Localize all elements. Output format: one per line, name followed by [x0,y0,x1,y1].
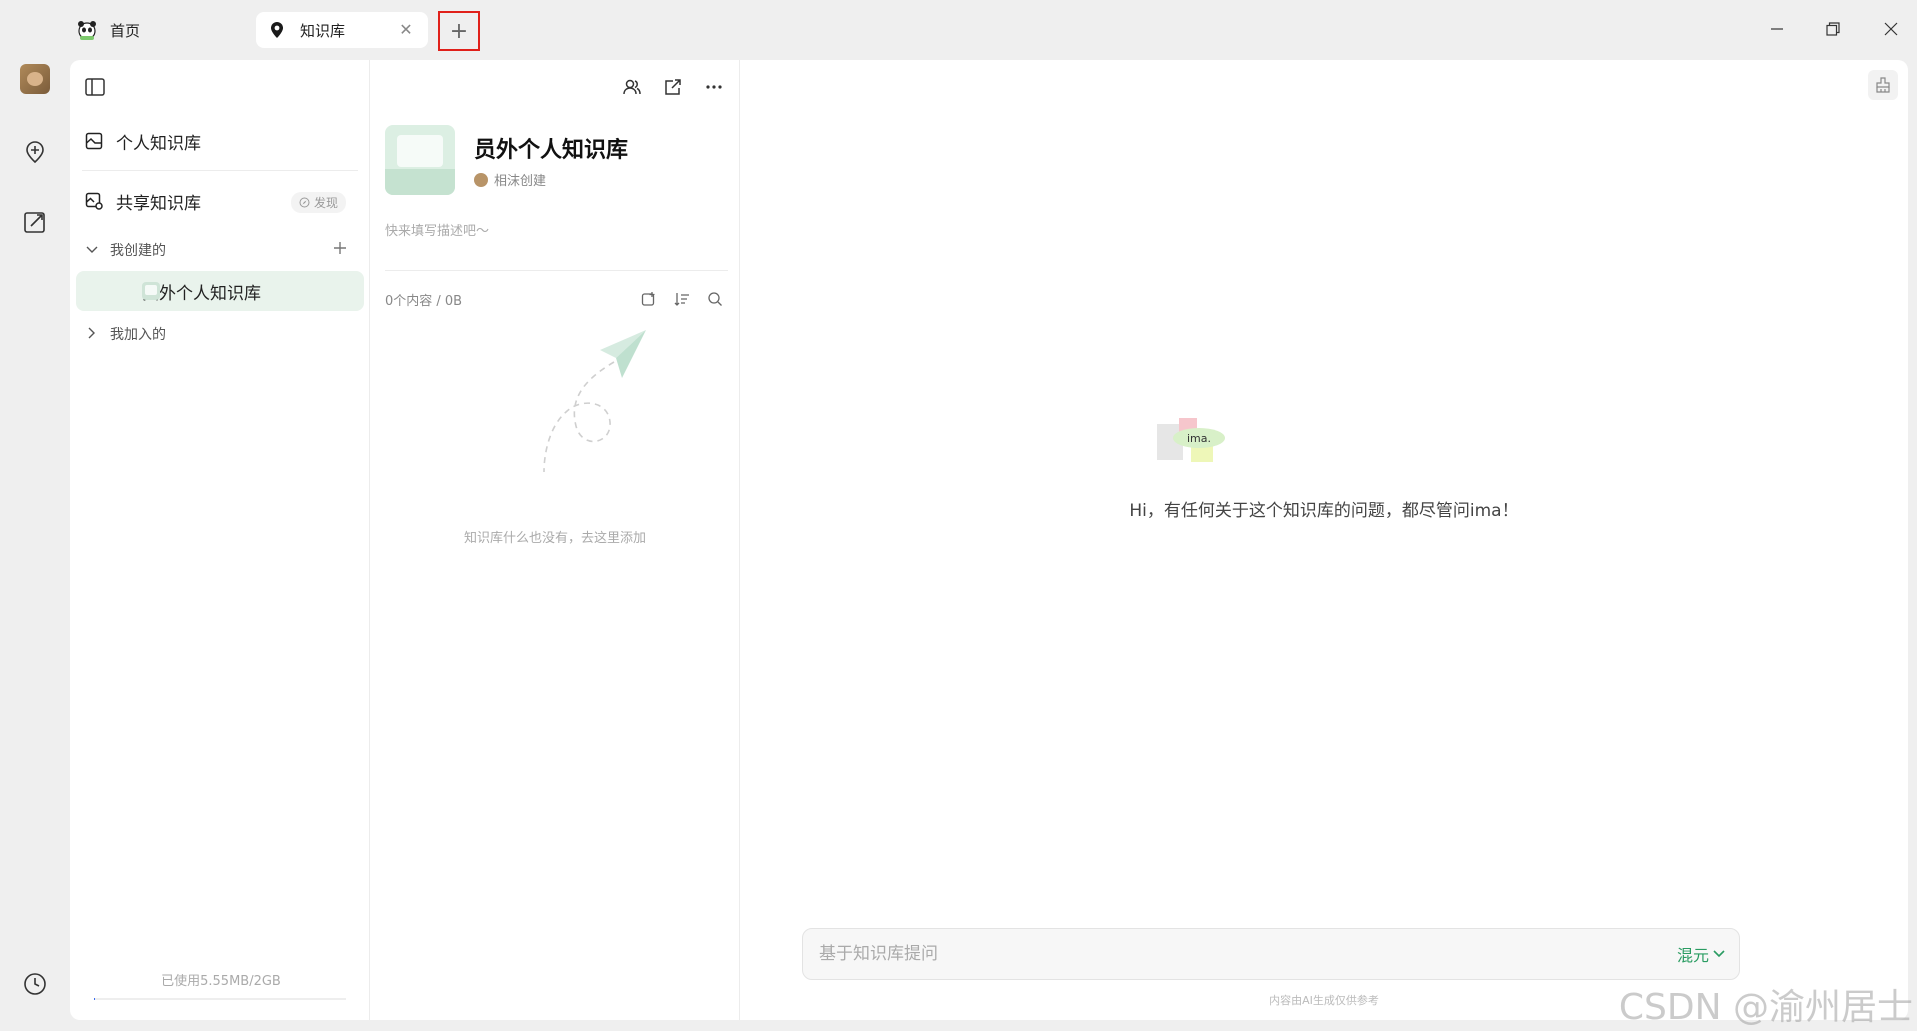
group-created-label: 我创建的 [110,243,166,259]
group-joined-label: 我加入的 [110,327,166,343]
ima-logo-text: ima. [1187,432,1211,445]
main-card: 个人知识库 共享知识库 发现 我创建的 员外个人知识库 我加入的 已使用5.55… [70,60,1908,1020]
ask-input[interactable] [819,941,1519,967]
divider [385,270,728,271]
sort-icon [674,293,689,306]
sidebar-toggle-button[interactable] [82,74,108,100]
paper-plane-illustration [543,330,646,473]
note-edit-icon[interactable] [19,206,51,238]
model-selector[interactable]: 混元 [1677,942,1725,966]
chevron-right-icon [84,327,100,342]
chat-tool-button[interactable] [1868,70,1898,100]
kb-creator: 相沫创建 [474,170,546,189]
kb-chat-panel: ima. Hi，有任何关于这个知识库的问题，都尽管问ima！ 混元 内容由AI生… [740,60,1908,1020]
content-count: 0个内容 / 0B [385,294,463,309]
add-kb-button[interactable] [328,237,352,261]
chat-greeting: Hi，有任何关于这个知识库的问题，都尽管问ima！ [1129,501,1519,521]
model-label: 混元 [1676,946,1709,965]
restore-icon [1826,22,1840,36]
discover-button[interactable]: 发现 [290,192,346,213]
tab-knowledge-base-label: 知识库 [300,21,346,40]
ask-box: 混元 [802,928,1740,980]
kb-sidebar: 个人知识库 共享知识库 发现 我创建的 员外个人知识库 我加入的 已使用5.55… [70,60,370,1020]
tab-bar: 首页 知识库 ✕ + [0,0,1917,58]
left-rail [0,58,70,1018]
members-icon [623,79,641,95]
add-content-icon [641,292,655,306]
new-tab-button[interactable]: + [438,11,480,51]
more-dots-icon [706,85,722,89]
chevron-down-icon [84,243,100,257]
creator-avatar [474,172,488,187]
storage-usage-fill [94,998,96,1000]
restore-button[interactable] [1818,14,1848,44]
divider [82,170,358,171]
plus-icon: + [449,18,469,44]
close-window-icon [1884,22,1898,36]
add-content-button[interactable] [636,286,662,312]
sidebar-item-label: 共享知识库 [116,193,201,214]
minimize-button[interactable] [1762,14,1792,44]
sidebar-item-shared[interactable]: 共享知识库 发现 [84,182,356,220]
kb-list-item[interactable]: 员外个人知识库 [76,271,364,311]
kb-detail-panel: 员外个人知识库 相沫创建 快来填写描述吧～ 0个内容 / 0B 知识库什么也没有… [370,60,740,1020]
kb-title: 员外个人知识库 [474,138,629,163]
ima-logo-icon: ima. [1157,418,1225,462]
sidebar-item-label: 个人知识库 [116,133,201,154]
creator-label: 相沫创建 [494,174,547,189]
tab-home[interactable]: 首页 [76,12,246,48]
group-created[interactable]: 我创建的 [84,235,356,265]
storage-usage-bar [94,998,346,1000]
members-button[interactable] [617,72,647,102]
sidebar-panel-icon [85,78,105,96]
avatar[interactable] [20,64,50,94]
knowledge-bulb-icon[interactable] [19,136,51,168]
storage-usage-text: 已使用5.55MB/2GB [161,974,281,989]
search-button[interactable] [702,286,728,312]
personal-kb-icon [84,131,104,151]
share-button[interactable] [658,72,688,102]
clean-brush-icon [1876,77,1890,93]
bulb-pin-icon [266,19,288,41]
group-joined[interactable]: 我加入的 [84,319,356,349]
plus-icon [334,242,346,254]
discover-label: 发现 [313,196,338,210]
compass-icon [299,197,310,208]
tab-knowledge-base[interactable]: 知识库 ✕ [256,12,428,48]
sidebar-item-personal[interactable]: 个人知识库 [84,122,356,160]
kb-cover-image[interactable] [385,125,455,195]
minimize-icon [1771,28,1783,30]
more-options-button[interactable] [699,72,729,102]
panda-icon [76,19,98,41]
close-icon[interactable]: ✕ [396,20,416,40]
kb-description-field[interactable]: 快来填写描述吧～ [385,220,489,239]
chevron-down-icon [1713,950,1725,958]
window-close-button[interactable] [1876,14,1906,44]
tab-home-label: 首页 [110,21,141,40]
kb-cover-icon [142,282,160,300]
shared-kb-icon [84,191,104,211]
share-icon [665,79,681,95]
sort-button[interactable] [669,286,695,312]
history-clock-icon[interactable] [19,968,51,1000]
watermark: CSDN @渝州居士 [1618,987,1913,1028]
empty-state-text: 知识库什么也没有，去这里添加 [463,531,646,546]
search-icon [708,292,722,306]
